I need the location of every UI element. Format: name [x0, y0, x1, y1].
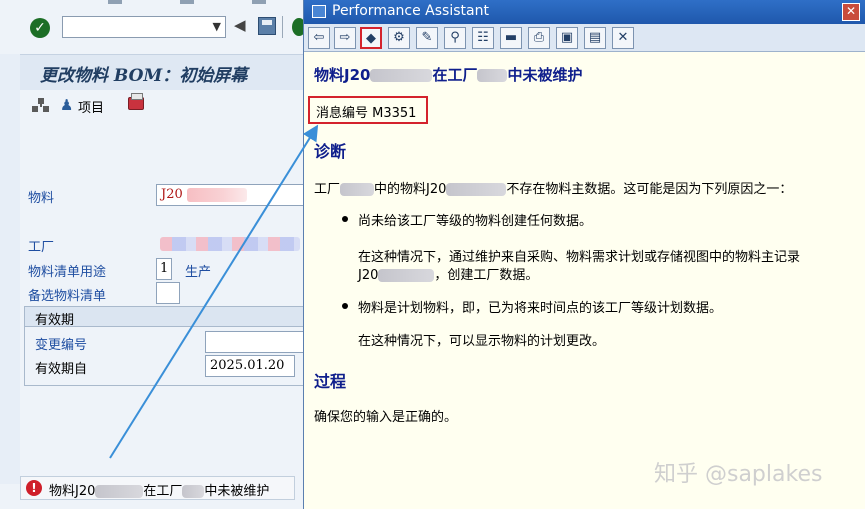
valid-from-label: 有效期自: [35, 362, 88, 377]
link-icon[interactable]: ⚲: [444, 27, 466, 49]
diagnosis-title: 诊断: [314, 142, 347, 161]
window-title: Performance Assistant: [332, 3, 489, 19]
save-icon[interactable]: [258, 17, 276, 35]
bom-usage-value: 1: [160, 261, 169, 276]
bom-usage-input[interactable]: 1: [156, 258, 172, 280]
validity-header: 有效期: [25, 307, 304, 328]
save-icon[interactable]: ▣: [556, 27, 578, 49]
print-icon[interactable]: ⎙: [528, 27, 550, 49]
message-number-box: 消息编号 M3351: [308, 96, 428, 124]
pa-title-bar: Performance Assistant ✕: [304, 0, 865, 24]
validity-group: 有效期 变更编号 有效期自 2025.01.20: [24, 306, 305, 386]
item-button-label[interactable]: 项目: [78, 97, 104, 116]
status-message[interactable]: 物料J20 在工厂 中未被维护: [49, 480, 269, 499]
left-edge: [0, 54, 20, 484]
material-label: 物料: [28, 191, 55, 206]
edit-icon[interactable]: ✎: [416, 27, 438, 49]
error-icon: !: [26, 480, 42, 496]
bullet-detail: 在这种情况下，可以显示物料的计划更改。: [358, 334, 606, 349]
message-heading: 物料J20 在工厂 中未被维护: [314, 64, 583, 85]
close-icon[interactable]: ✕: [842, 3, 860, 21]
heading-part: 中未被维护: [507, 66, 583, 84]
chevron-down-icon[interactable]: ▼: [213, 20, 221, 33]
alt-bom-input[interactable]: [156, 282, 180, 304]
enter-check-icon[interactable]: ✓: [30, 18, 50, 38]
technical-info-icon[interactable]: ◆: [360, 27, 382, 49]
menu-fragment: [180, 0, 194, 4]
diagnosis-text: 工厂 中的物料J20 不存在物料主数据。这可能是因为下列原因之一：: [314, 178, 792, 197]
bullet-detail: J20 ，创建工厂数据。: [358, 264, 538, 283]
redacted-text: [370, 69, 433, 82]
document-icon[interactable]: ▤: [584, 27, 606, 49]
redacted-text: [446, 183, 507, 196]
screen-title-bar: 更改物料 BOM：初始屏幕: [20, 54, 305, 90]
procedure-title: 过程: [314, 372, 347, 391]
glossary-icon[interactable]: ☷: [472, 27, 494, 49]
command-field[interactable]: ▼: [62, 16, 226, 38]
watermark: 知乎 @saplakes: [654, 462, 823, 487]
heading-part: 物料J20: [314, 66, 371, 84]
status-msg-part: 在工厂: [143, 484, 183, 499]
status-msg-part: 中未被维护: [204, 484, 270, 499]
bullet-text: 尚未给该工厂等级的物料创建任何数据。: [358, 214, 593, 229]
detail-part: ，创建工厂数据。: [434, 268, 539, 283]
menu-fragment: [252, 0, 266, 4]
redacted-text: [477, 69, 508, 82]
diagnosis-part: 工厂: [314, 182, 341, 197]
redacted-text: [340, 183, 375, 196]
pa-toolbar: ⇦ ⇨ ◆ ⚙ ✎ ⚲ ☷ ▬ ⎙ ▣ ▤ ✕: [304, 24, 865, 52]
settings-icon[interactable]: ⚙: [388, 27, 410, 49]
redacted-text: [187, 188, 247, 202]
change-number-label: 变更编号: [35, 338, 88, 353]
status-msg-part: 物料J20: [49, 484, 96, 499]
forward-arrow-icon[interactable]: ⇨: [334, 27, 356, 49]
person-icon[interactable]: ♟: [60, 96, 73, 114]
bom-usage-text: 生产: [185, 265, 212, 280]
application-toolbar: ♟ 项目: [20, 92, 305, 120]
redacted-text: [182, 485, 205, 498]
navigation-icon[interactable]: ▬: [500, 27, 522, 49]
toolbar-divider: [282, 16, 283, 38]
diagnosis-part: 不存在物料主数据。这可能是因为下列原因之一：: [506, 182, 793, 197]
heading-part: 在工厂: [432, 66, 478, 84]
bullet-text: 物料是计划物料，即，已为将来时间点的该工厂等级计划数据。: [358, 301, 723, 316]
redacted-text: [95, 485, 144, 498]
bullet-point: [342, 303, 348, 309]
alt-bom-label: 备选物料清单: [28, 289, 107, 304]
performance-assistant-window: Performance Assistant ✕ ⇦ ⇨ ◆ ⚙ ✎ ⚲ ☷ ▬ …: [303, 0, 865, 509]
material-value: J20: [161, 187, 183, 202]
bullet-detail: 在这种情况下，通过维护来自采购、物料需求计划或存储视图中的物料主记录: [358, 250, 801, 265]
status-bar[interactable]: ! 物料J20 在工厂 中未被维护: [20, 476, 295, 500]
close-window-icon[interactable]: ✕: [612, 27, 634, 49]
bom-usage-label: 物料清单用途: [28, 265, 107, 280]
pa-content: 物料J20 在工厂 中未被维护 消息编号 M3351 诊断 工厂 中的物料J20 不存在…: [304, 52, 865, 509]
redacted-plant: [160, 237, 300, 251]
menu-fragment: [108, 0, 122, 4]
message-number: 消息编号 M3351: [316, 106, 417, 121]
bullet-point: [342, 216, 348, 222]
material-input[interactable]: J20: [156, 184, 306, 206]
redacted-text: [378, 269, 435, 282]
window-icon: [312, 5, 326, 18]
valid-from-value: 2025.01.20: [210, 358, 285, 373]
change-number-input[interactable]: [205, 331, 305, 353]
back-icon[interactable]: ◀: [234, 16, 246, 34]
procedure-text: 确保您的输入是正确的。: [314, 410, 458, 425]
detail-part: J20: [358, 268, 379, 283]
structure-icon[interactable]: [32, 98, 50, 112]
printer-icon[interactable]: [128, 93, 144, 110]
standard-toolbar: ✓ ▼ ◀: [0, 8, 306, 46]
diagnosis-part: 中的物料J20: [374, 182, 447, 197]
valid-from-input[interactable]: 2025.01.20: [205, 355, 295, 377]
page-title: 更改物料 BOM：初始屏幕: [40, 66, 248, 86]
plant-label: 工厂: [28, 240, 55, 255]
back-arrow-icon[interactable]: ⇦: [308, 27, 330, 49]
